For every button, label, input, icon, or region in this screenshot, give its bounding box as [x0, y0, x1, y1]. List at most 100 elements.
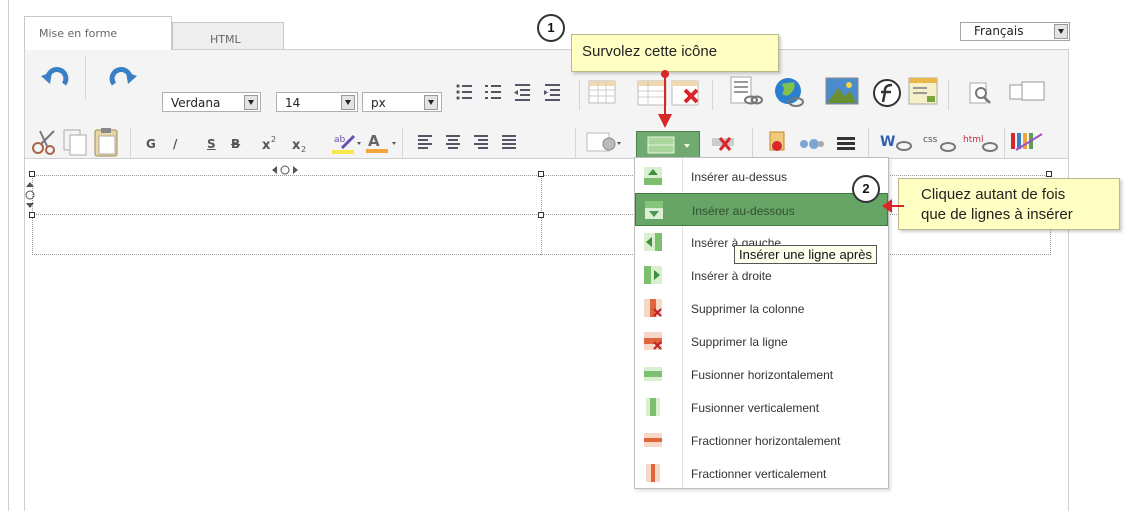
highlight-color-icon[interactable]: ab	[330, 128, 362, 158]
svg-text:2: 2	[301, 145, 306, 154]
svg-text:2: 2	[271, 135, 276, 144]
insert-col-right-icon	[644, 266, 662, 284]
menu-item-insert-above[interactable]: Insérer au-dessus	[635, 160, 888, 193]
insert-template-icon[interactable]	[907, 76, 941, 108]
font-family-dropdown-arrow-icon[interactable]	[244, 95, 258, 110]
font-family-value: Verdana	[171, 96, 221, 110]
svg-text:x: x	[292, 138, 301, 153]
menu-item-split-horizontal[interactable]: Fractionner horizontalement	[635, 424, 888, 457]
tooltip: Insérer une ligne après	[734, 245, 877, 264]
callout-2-number: 2	[852, 175, 880, 203]
outdent-icon	[514, 84, 530, 101]
font-unit-dropdown-arrow-icon[interactable]	[424, 95, 438, 110]
menu-item-split-vertical[interactable]: Fractionner verticalement	[635, 457, 888, 490]
menu-item-insert-below[interactable]: Insérer au-dessous	[635, 193, 888, 226]
css-class-icon[interactable]: css	[920, 128, 960, 156]
undo-icon[interactable]	[38, 62, 74, 92]
toolbar-separator	[85, 56, 86, 100]
insert-table-icon[interactable]	[588, 80, 618, 106]
menu-item-label: Fractionner verticalement	[691, 467, 827, 481]
paste-word-icon[interactable]: W	[876, 128, 918, 156]
strikethrough-button[interactable]: B	[231, 137, 240, 151]
italic-button[interactable]: /	[173, 137, 177, 151]
menu-item-merge-horizontal[interactable]: Fusionner horizontalement	[635, 358, 888, 391]
table-rows-icon	[647, 136, 690, 154]
resize-handle[interactable]	[29, 171, 35, 177]
globe-link-icon[interactable]	[772, 76, 806, 108]
menu-item-label: Fusionner horizontalement	[691, 368, 834, 382]
horizontal-rule-icon[interactable]	[832, 130, 862, 156]
bold-button[interactable]: G	[146, 137, 156, 151]
html-clean-icon[interactable]: html	[960, 128, 1002, 156]
callout-1: Survolez cette icône	[571, 34, 779, 72]
fullscreen-icon[interactable]	[1008, 80, 1048, 106]
align-justify-icon	[502, 135, 516, 149]
svg-text:x: x	[262, 138, 271, 153]
svg-text:W: W	[880, 134, 895, 150]
toolbar-separator	[868, 128, 869, 158]
callout-2-line-1: Cliquez autant de fois	[921, 186, 1066, 203]
toolbar-separator	[575, 128, 576, 158]
svg-text:ab: ab	[334, 135, 346, 145]
svg-text:css: css	[923, 135, 938, 145]
tab-html[interactable]: HTML	[172, 22, 284, 50]
resize-handle[interactable]	[538, 171, 544, 177]
svg-text:A: A	[368, 132, 380, 150]
resize-handle[interactable]	[29, 212, 35, 218]
row-move-handle-icon[interactable]	[24, 180, 36, 210]
toolbar-separator	[948, 80, 949, 110]
preview-icon[interactable]	[966, 80, 996, 106]
font-size-value: 14	[285, 96, 301, 110]
split-vertical-icon	[646, 464, 660, 482]
menu-item-merge-vertical[interactable]: Fusionner verticalement	[635, 391, 888, 424]
table-settings-icon[interactable]	[585, 130, 625, 156]
cut-icon[interactable]	[30, 128, 60, 158]
align-left-icon	[418, 135, 432, 149]
remove-format-icon[interactable]	[708, 130, 744, 156]
subscript-icon: x2	[292, 138, 306, 154]
callout-2-arrow-icon	[882, 199, 904, 213]
language-select-value: Français	[974, 24, 1024, 38]
column-move-handle-icon[interactable]	[270, 164, 300, 176]
underline-button[interactable]: S	[207, 137, 216, 151]
toolbar-separator	[130, 128, 131, 158]
split-horizontal-icon	[644, 433, 662, 447]
paste-icon[interactable]	[92, 126, 122, 158]
tab-mise-en-forme[interactable]: Mise en forme	[24, 16, 172, 50]
page-left-border	[8, 0, 9, 511]
insert-link-icon[interactable]	[729, 76, 763, 108]
spellcheck-icon[interactable]	[1008, 128, 1046, 156]
tab-mise-en-forme-label: Mise en forme	[39, 27, 118, 40]
merge-horizontal-icon	[644, 367, 662, 381]
menu-item-delete-row[interactable]: Supprimer la ligne	[635, 325, 888, 358]
numbered-list-icon	[485, 85, 501, 99]
delete-row-icon	[644, 332, 662, 350]
menu-item-label: Supprimer la colonne	[691, 302, 805, 316]
toolbar-separator	[1004, 128, 1005, 158]
resize-handle[interactable]	[1046, 171, 1052, 177]
anchor-icon[interactable]	[766, 128, 790, 156]
toolbar-separator	[402, 128, 403, 158]
list-buttons-group	[456, 84, 560, 101]
menu-item-label: Fractionner horizontalement	[691, 434, 841, 448]
redo-icon[interactable]	[104, 62, 140, 92]
copy-icon[interactable]	[62, 128, 90, 158]
menu-item-label: Fusionner verticalement	[691, 401, 820, 415]
insert-image-icon[interactable]	[825, 76, 861, 108]
language-dropdown-arrow-icon[interactable]	[1054, 24, 1068, 39]
special-char-icon[interactable]	[794, 130, 828, 156]
resize-handle[interactable]	[538, 212, 544, 218]
align-buttons-group	[418, 135, 516, 149]
insert-flash-icon[interactable]	[872, 78, 902, 108]
insert-row-above-icon	[644, 167, 662, 185]
font-unit-value: px	[371, 96, 386, 110]
menu-item-delete-column[interactable]: Supprimer la colonne	[635, 292, 888, 325]
callout-2: Cliquez autant de fois que de lignes à i…	[898, 178, 1120, 230]
toolbar-separator	[712, 80, 713, 110]
delete-table-icon[interactable]	[671, 80, 703, 108]
insert-col-left-icon	[644, 233, 662, 251]
font-size-dropdown-arrow-icon[interactable]	[341, 95, 355, 110]
indent-icon	[544, 84, 560, 101]
text-color-icon[interactable]: A	[364, 128, 398, 158]
toolbar-separator	[579, 80, 580, 110]
